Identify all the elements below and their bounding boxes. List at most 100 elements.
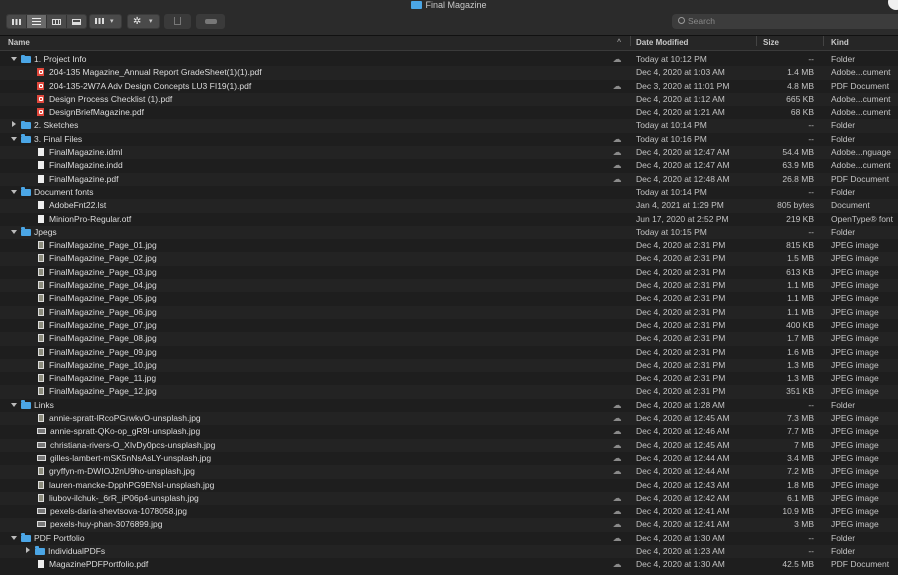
column-divider[interactable] (630, 36, 631, 46)
search-field[interactable]: Search (672, 14, 898, 29)
disclosure-closed-icon[interactable] (26, 546, 30, 553)
disclosure-open-icon[interactable] (11, 136, 17, 141)
size-cell: 613 KB (786, 266, 814, 277)
kind-cell: JPEG image (831, 346, 879, 357)
name-cell: liubov-ilchuk-_6rR_iP06p4-unsplash.jpg (0, 492, 641, 505)
list-view-button[interactable] (27, 15, 47, 28)
file-row[interactable]: DesignBriefMagazine.pdf Dec 4, 2020 at 1:… (0, 106, 898, 119)
file-row[interactable]: gilles-lambert-mSK5nNsAsLY-unsplash.jpg ☁… (0, 452, 898, 465)
file-row[interactable]: gryffyn-m-DWIOJ2nU9ho-unsplash.jpg ☁ Dec 4… (0, 465, 898, 479)
date-cell: Dec 4, 2020 at 12:42 AM (636, 492, 730, 503)
file-row[interactable]: FinalMagazine_Page_06.jpg Dec 4, 2020 at … (0, 305, 898, 319)
file-name: FinalMagazine_Page_05.jpg (49, 293, 157, 304)
kind-column-header[interactable]: Kind (831, 36, 849, 50)
share-button[interactable] (164, 14, 191, 29)
column-divider[interactable] (756, 36, 757, 46)
file-row[interactable]: FinalMagazine_Page_03.jpg Dec 4, 2020 at … (0, 266, 898, 279)
file-row[interactable]: FinalMagazine_Page_11.jpg Dec 4, 2020 at … (0, 372, 898, 385)
file-row[interactable]: 1. Project Info ☁ Today at 10:12 PM -- Folde… (0, 53, 898, 66)
column-divider[interactable] (823, 36, 824, 46)
file-row[interactable]: FinalMagazine_Page_01.jpg Dec 4, 2020 at … (0, 239, 898, 252)
file-row[interactable]: FinalMagazine_Page_10.jpg Dec 4, 2020 at … (0, 358, 898, 373)
file-name: FinalMagazine_Page_11.jpg (49, 373, 157, 384)
disclosure-open-icon[interactable] (11, 189, 17, 194)
disclosure-closed-icon[interactable] (12, 121, 16, 128)
file-name: gilles-lambert-mSK5nNsAsLY-unsplash.jpg (50, 452, 212, 463)
disclosure-open-icon[interactable] (11, 535, 17, 540)
kind-cell: JPEG image (831, 293, 879, 304)
list-icon (32, 18, 41, 25)
file-row[interactable]: FinalMagazine_Page_02.jpg Dec 4, 2020 at … (0, 252, 898, 266)
kind-cell: JPEG image (831, 466, 879, 477)
size-cell: 3 MB (794, 519, 814, 530)
file-row[interactable]: PDF Portfolio ☁ Dec 4, 2020 at 1:30 AM -- Fo… (0, 532, 898, 545)
file-row[interactable]: FinalMagazine.pdf ☁ Dec 4, 2020 at 12:48 A… (0, 172, 898, 186)
size-cell: 1.5 MB (787, 253, 814, 264)
file-row[interactable]: FinalMagazine_Page_12.jpg Dec 4, 2020 at … (0, 385, 898, 399)
date-cell: Dec 4, 2020 at 12:41 AM (636, 519, 730, 530)
file-row[interactable]: Document fonts Today at 10:14 PM -- Folder (0, 186, 898, 199)
folder-icon (21, 120, 31, 130)
date-column-header[interactable]: Date Modified (636, 36, 688, 50)
file-row[interactable]: Links ☁ Dec 4, 2020 at 1:28 AM -- Folder (0, 399, 898, 412)
file-row[interactable]: annie-spratt-lRcoPGrwkvO-unsplash.jpg ☁ De… (0, 412, 898, 426)
file-row[interactable]: MagazinePDFPortfolio.pdf ☁ Dec 4, 2020 at … (0, 558, 898, 571)
kind-cell: Folder (831, 226, 856, 237)
file-name: IndividualPDFs (48, 545, 106, 556)
disclosure-open-icon[interactable] (11, 402, 17, 407)
file-row[interactable]: Jpegs Today at 10:15 PM -- Folder (0, 225, 898, 240)
kind-cell: JPEG image (831, 479, 879, 490)
name-cell: FinalMagazine_Page_06.jpg (0, 306, 641, 319)
size-column-header[interactable]: Size (763, 36, 779, 50)
file-row[interactable]: 204-135 Magazine_Annual Report GradeShee… (0, 66, 898, 80)
group-button[interactable]: ▾ (89, 14, 122, 29)
size-cell: 815 KB (786, 240, 814, 251)
file-name: annie-spratt-QKo-op_gR9I-unsplash.jpg (50, 426, 201, 437)
name-cell: FinalMagazine.idml (0, 146, 641, 159)
tags-button[interactable] (196, 14, 225, 29)
date-cell: Dec 3, 2020 at 11:01 PM (636, 80, 730, 91)
name-cell: FinalMagazine_Page_12.jpg (0, 385, 641, 398)
file-row[interactable]: liubov-ilchuk-_6rR_iP06p4-unsplash.jpg ☁ D… (0, 491, 898, 506)
kind-cell: PDF Document (831, 173, 890, 184)
file-row[interactable]: FinalMagazine.idml ☁ Dec 4, 2020 at 12:47 … (0, 146, 898, 160)
file-row[interactable]: MinionPro-Regular.otf Jun 17, 2020 at 2:5… (0, 213, 898, 226)
icon-view-button[interactable] (7, 15, 27, 28)
file-row[interactable]: IndividualPDFs Dec 4, 2020 at 1:23 AM -- Fo… (0, 544, 898, 559)
file-row[interactable]: FinalMagazine.indd ☁ Dec 4, 2020 at 12:47 … (0, 159, 898, 172)
size-cell: 4.8 MB (787, 80, 814, 91)
name-cell: MinionPro-Regular.otf (0, 213, 641, 226)
file-row[interactable]: pexels-daria-shevtsova-1078058.jpg ☁ Dec 4… (0, 505, 898, 518)
file-row[interactable]: annie-spratt-QKo-op_gR9I-unsplash.jpg ☁ De… (0, 425, 898, 438)
name-cell: gryffyn-m-DWIOJ2nU9ho-unsplash.jpg (0, 465, 641, 478)
file-row[interactable]: christiana-rivers-O_XIvDy0pcs-unsplash.j… (0, 438, 898, 452)
folder-icon (21, 533, 31, 542)
file-row[interactable]: AdobeFnt22.lst Jan 4, 2021 at 1:29 PM 805 … (0, 199, 898, 213)
disclosure-open-icon[interactable] (11, 229, 17, 234)
file-row[interactable]: FinalMagazine_Page_07.jpg Dec 4, 2020 at … (0, 319, 898, 332)
column-view-button[interactable] (47, 15, 67, 28)
file-row[interactable]: FinalMagazine_Page_05.jpg Dec 4, 2020 at … (0, 292, 898, 305)
file-row[interactable]: 204-135-2W7A Adv Design Concepts LU3 FI1… (0, 80, 898, 93)
kind-cell: JPEG image (831, 386, 879, 397)
file-name: annie-spratt-lRcoPGrwkvO-unsplash.jpg (49, 413, 201, 424)
gallery-view-button[interactable] (67, 15, 86, 28)
size-cell: 1.1 MB (787, 306, 814, 317)
name-cell: FinalMagazine_Page_08.jpg (0, 332, 641, 345)
file-row[interactable]: FinalMagazine_Page_04.jpg Dec 4, 2020 at … (0, 279, 898, 293)
disclosure-open-icon[interactable] (11, 57, 17, 61)
file-row[interactable]: 3. Final Files ☁ Today at 10:16 PM -- Folder (0, 133, 898, 146)
view-mode-selector[interactable] (6, 14, 87, 29)
icloud-icon: ☁ (612, 173, 622, 184)
action-button[interactable]: ✲ ▾ (127, 14, 160, 29)
file-row[interactable]: pexels-huy-phan-3076899.jpg ☁ Dec 4, 2020 … (0, 518, 898, 532)
file-row[interactable]: 2. Sketches Today at 10:14 PM -- Folder (0, 119, 898, 133)
file-row[interactable]: Design Process Checklist (1).pdf Dec 4, 2… (0, 92, 898, 107)
file-row[interactable]: FinalMagazine_Page_08.jpg Dec 4, 2020 at … (0, 332, 898, 346)
file-row[interactable]: FinalMagazine_Page_09.jpg Dec 4, 2020 at … (0, 346, 898, 359)
image-file-icon (38, 320, 44, 329)
file-row[interactable]: lauren-mancke-DpphPG9ENsI-unsplash.jpg De… (0, 479, 898, 492)
name-column-header[interactable]: Name (8, 36, 30, 50)
file-name: FinalMagazine_Page_08.jpg (49, 333, 157, 344)
folder-icon (411, 1, 423, 9)
